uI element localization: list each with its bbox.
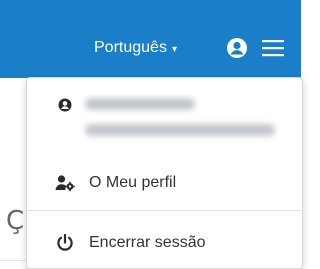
user-cog-icon [55,174,75,192]
my-profile-label: O Meu perfil [89,174,177,191]
hamburger-icon[interactable] [260,37,286,59]
logout-label: Encerrar sessão [89,234,206,251]
power-icon [55,233,75,252]
language-label: Português [94,39,167,56]
top-navbar: Português ▾ [0,0,301,78]
user-info [27,78,302,156]
page-partial-text: Ç [6,206,25,236]
user-circle-icon[interactable] [226,37,248,59]
user-name-redacted [85,98,195,110]
user-dropdown-menu: O Meu perfil Encerrar sessão [26,77,303,269]
user-icon [58,98,72,112]
language-dropdown-button[interactable]: Português ▾ [94,36,177,60]
menu-divider [27,210,302,211]
chevron-down-icon: ▾ [171,43,177,55]
my-profile-menu-item[interactable]: O Meu perfil [27,166,302,200]
logout-menu-item[interactable]: Encerrar sessão [27,226,302,260]
user-email-redacted [85,124,275,136]
